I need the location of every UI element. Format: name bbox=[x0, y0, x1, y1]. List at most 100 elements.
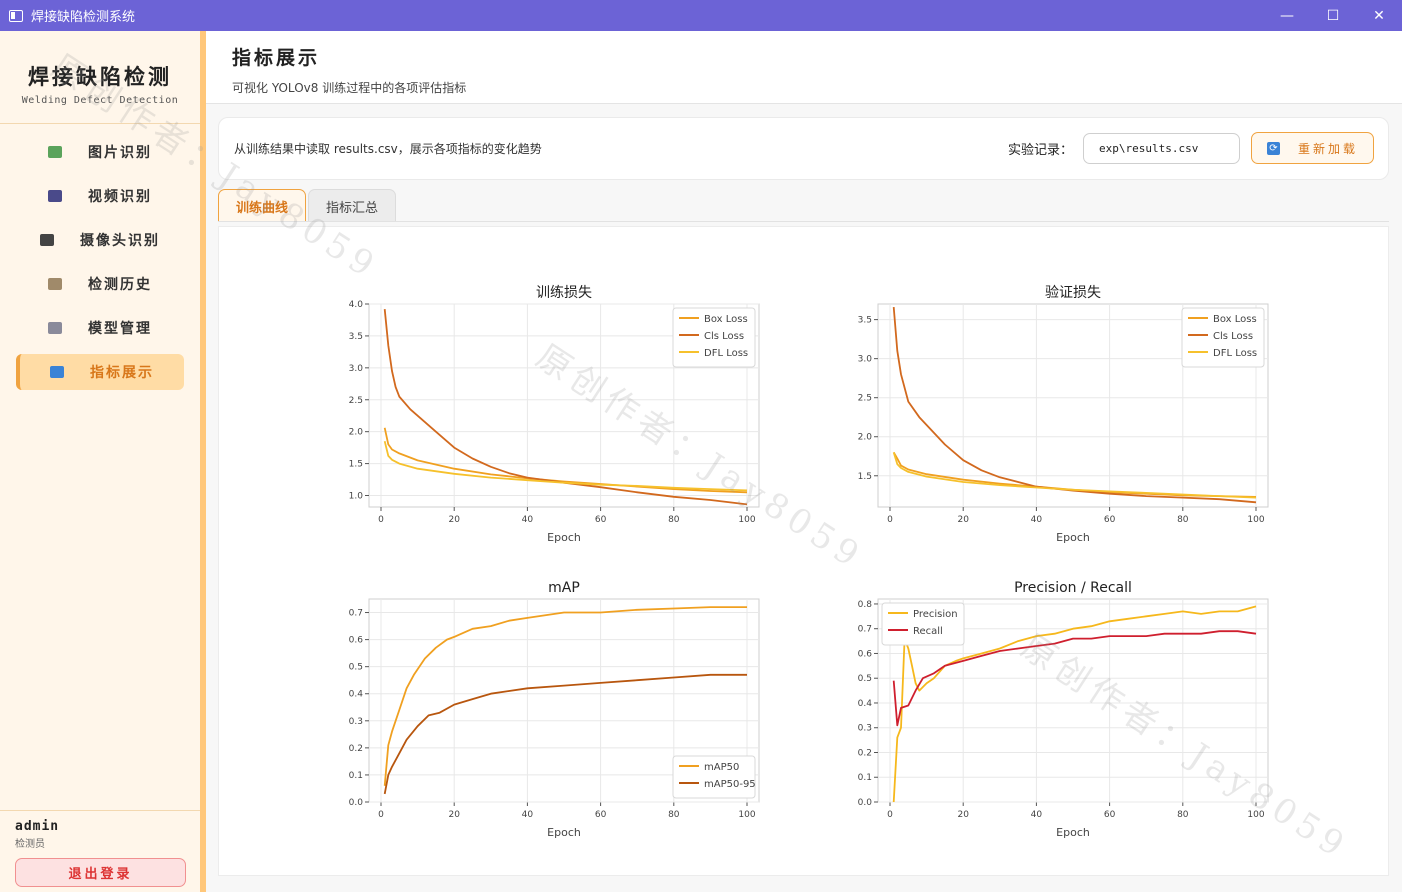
chart-0-ytick-label: 3.5 bbox=[349, 332, 363, 342]
chart-1-ytick-label: 2.5 bbox=[858, 394, 872, 404]
chart-1-xtick-label: 100 bbox=[1247, 515, 1264, 525]
chart-0-legend-label-1: Cls Loss bbox=[704, 331, 744, 342]
chart-1-title: 验证损失 bbox=[1045, 285, 1101, 301]
sidebar-item-label: 模型管理 bbox=[88, 321, 152, 337]
close-button[interactable]: ✕ bbox=[1356, 0, 1402, 31]
chart-1-legend-label-1: Cls Loss bbox=[1213, 331, 1253, 342]
chart-2-xtick-label: 20 bbox=[448, 810, 460, 820]
tab-bar: 训练曲线 指标汇总 bbox=[218, 189, 398, 222]
chart-3-legend-label-0: Precision bbox=[913, 609, 958, 620]
gear-icon bbox=[48, 322, 62, 334]
reload-button[interactable]: ⟳ 重新加载 bbox=[1251, 132, 1374, 164]
chart-3-xtick-label: 60 bbox=[1104, 810, 1116, 820]
chart-1-xtick-label: 80 bbox=[1177, 515, 1189, 525]
app-window-icon bbox=[9, 9, 23, 22]
user-panel: admin 检测员 退出登录 bbox=[0, 810, 200, 892]
sidebar-item-label: 检测历史 bbox=[88, 277, 152, 293]
sidebar-item-label: 摄像头识别 bbox=[80, 233, 160, 249]
minimize-button[interactable]: — bbox=[1264, 0, 1310, 31]
chart-2-xlabel: Epoch bbox=[547, 826, 581, 839]
reload-button-label: 重新加载 bbox=[1297, 141, 1358, 156]
bar-chart-icon bbox=[50, 366, 64, 378]
user-name: admin bbox=[15, 819, 60, 834]
charts-svg: 0 20 40 60 80 100 1.0 1.5 2.0 2.5 3.0 3.5 4.0 训练损失 Epo… bbox=[349, 285, 1269, 839]
chart-1-xtick-label: 20 bbox=[957, 515, 969, 525]
sidebar-item-2[interactable]: 摄像头识别 bbox=[16, 222, 184, 258]
chart-2-legend-label-0: mAP50 bbox=[704, 762, 739, 773]
brand-subtitle: Welding Defect Detection bbox=[21, 95, 179, 106]
toolbar-description: 从训练结果中读取 results.csv，展示各项指标的变化趋势 bbox=[234, 142, 542, 156]
chart-1-ytick-label: 3.0 bbox=[858, 355, 873, 365]
chart-1-xtick-label: 0 bbox=[887, 515, 893, 525]
record-label: 实验记录： bbox=[1008, 143, 1074, 158]
chart-2-ytick-label: 0.5 bbox=[349, 663, 363, 673]
chart-0-xtick-label: 0 bbox=[378, 515, 384, 525]
chart-3-legend-label-1: Recall bbox=[913, 626, 943, 637]
chart-2-ytick-label: 0.0 bbox=[349, 798, 364, 808]
tab-metrics-summary[interactable]: 指标汇总 bbox=[308, 189, 397, 222]
sidebar-item-3[interactable]: 检测历史 bbox=[16, 266, 184, 302]
chart-3-ytick-label: 0.4 bbox=[858, 699, 873, 709]
refresh-icon: ⟳ bbox=[1266, 141, 1280, 155]
sidebar-item-1[interactable]: 视频识别 bbox=[16, 178, 184, 214]
record-select[interactable] bbox=[1083, 133, 1240, 164]
maximize-button[interactable]: ☐ bbox=[1310, 0, 1356, 31]
chart-3-xlabel: Epoch bbox=[1056, 826, 1090, 839]
page-title: 指标展示 bbox=[232, 47, 321, 69]
chart-2-xtick-label: 40 bbox=[522, 810, 534, 820]
window-titlebar: 焊接缺陷检测系统 — ☐ ✕ bbox=[0, 0, 1402, 31]
chart-1-ytick-label: 1.5 bbox=[858, 472, 872, 482]
sidebar-item-0[interactable]: 图片识别 bbox=[16, 134, 184, 170]
chart-1-xtick-label: 40 bbox=[1031, 515, 1043, 525]
chart-2-xtick-label: 100 bbox=[738, 810, 755, 820]
chart-3-ytick-label: 0.3 bbox=[858, 724, 872, 734]
tab-training-curves[interactable]: 训练曲线 bbox=[218, 189, 307, 222]
chart-2-xtick-label: 80 bbox=[668, 810, 680, 820]
chart-0-ytick-label: 2.0 bbox=[349, 428, 364, 438]
chart-2-ytick-label: 0.6 bbox=[349, 636, 364, 646]
chart-0-xtick-label: 80 bbox=[668, 515, 680, 525]
brand-title: 焊接缺陷检测 bbox=[28, 64, 172, 89]
chart-1-ytick-label: 3.5 bbox=[858, 316, 872, 326]
chart-0-xtick-label: 40 bbox=[522, 515, 534, 525]
toolbar: 从训练结果中读取 results.csv，展示各项指标的变化趋势 实验记录： ⟳… bbox=[218, 117, 1389, 180]
chart-3-ytick-label: 0.0 bbox=[858, 798, 873, 808]
clipboard-icon bbox=[48, 278, 62, 290]
chart-2-ytick-label: 0.4 bbox=[349, 690, 364, 700]
chart-2-xtick-label: 60 bbox=[595, 810, 607, 820]
logout-button[interactable]: 退出登录 bbox=[15, 858, 186, 887]
camera-icon bbox=[40, 234, 54, 246]
chart-1-legend-label-2: DFL Loss bbox=[1213, 348, 1257, 359]
chart-0-ytick-label: 4.0 bbox=[349, 300, 364, 310]
chart-3-ytick-label: 0.5 bbox=[858, 674, 872, 684]
sidebar-item-label: 视频识别 bbox=[88, 189, 152, 205]
window-title: 焊接缺陷检测系统 bbox=[31, 10, 136, 25]
chart-1-xtick-label: 60 bbox=[1104, 515, 1116, 525]
chart-2-ytick-label: 0.7 bbox=[349, 609, 363, 619]
sidebar-nav: 图片识别视频识别摄像头识别检测历史模型管理指标展示 bbox=[0, 124, 200, 390]
sidebar: 焊接缺陷检测 Welding Defect Detection 图片识别视频识别… bbox=[0, 31, 206, 892]
chart-1-xlabel: Epoch bbox=[1056, 531, 1090, 544]
chart-0-xtick-label: 100 bbox=[738, 515, 755, 525]
sidebar-item-4[interactable]: 模型管理 bbox=[16, 310, 184, 346]
chart-2-xtick-label: 0 bbox=[378, 810, 384, 820]
sidebar-item-5[interactable]: 指标展示 bbox=[16, 354, 184, 390]
chart-3-xtick-label: 80 bbox=[1177, 810, 1189, 820]
window-controls: — ☐ ✕ bbox=[1264, 0, 1402, 31]
chart-1-legend-label-0: Box Loss bbox=[1213, 314, 1257, 325]
chart-0-legend-label-0: Box Loss bbox=[704, 314, 748, 325]
chart-3-ytick-label: 0.6 bbox=[858, 649, 873, 659]
tab-divider bbox=[218, 221, 1389, 222]
chart-3-ytick-label: 0.2 bbox=[858, 748, 872, 758]
page-subtitle: 可视化 YOLOv8 训练过程中的各项评估指标 bbox=[232, 81, 467, 95]
chart-0-xtick-label: 60 bbox=[595, 515, 607, 525]
sidebar-item-label: 图片识别 bbox=[88, 145, 152, 161]
chart-0-legend-label-2: DFL Loss bbox=[704, 348, 748, 359]
chart-3-ytick-label: 0.7 bbox=[858, 625, 872, 635]
chart-panel: 0 20 40 60 80 100 1.0 1.5 2.0 2.5 3.0 3.5 4.0 训练损失 Epo… bbox=[218, 226, 1389, 876]
chart-0-xlabel: Epoch bbox=[547, 531, 581, 544]
chart-0-ytick-label: 1.5 bbox=[349, 460, 363, 470]
chart-0-ytick-label: 3.0 bbox=[349, 364, 364, 374]
chart-0-ytick-label: 2.5 bbox=[349, 396, 363, 406]
main-content: 指标展示 可视化 YOLOv8 训练过程中的各项评估指标 从训练结果中读取 re… bbox=[206, 31, 1402, 892]
